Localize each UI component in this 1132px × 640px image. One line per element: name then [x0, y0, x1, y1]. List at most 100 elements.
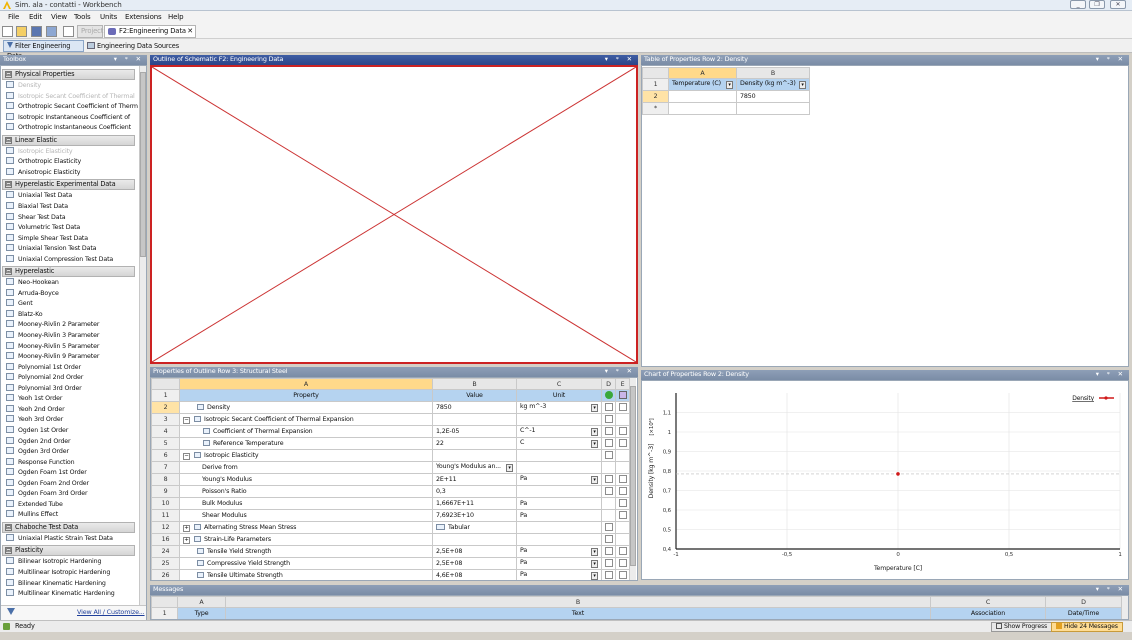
chart-checkbox[interactable] — [618, 571, 627, 579]
toolbox-item[interactable]: Ogden 2nd Order — [6, 436, 71, 447]
chart-checkbox[interactable] — [618, 403, 627, 411]
toolbox-item[interactable]: Ogden 3rd Order — [6, 447, 69, 457]
filter-engineering-data-button[interactable]: Filter Engineering Data — [3, 40, 84, 60]
menu-tools[interactable]: Tools — [74, 12, 91, 23]
temperature-cell[interactable] — [668, 90, 737, 103]
parameter-checkbox[interactable] — [604, 523, 613, 531]
parameter-checkbox[interactable] — [604, 487, 613, 495]
toolbox-group-header[interactable]: ⊟ Linear Elastic — [2, 134, 135, 146]
unit-cell[interactable] — [516, 449, 602, 462]
tab-project[interactable]: Project — [77, 25, 103, 38]
new-density-cell[interactable] — [736, 102, 810, 115]
chart-checkbox[interactable] — [618, 511, 627, 519]
parameter-checkbox[interactable] — [604, 559, 613, 567]
toolbox-item[interactable]: Multilinear Isotropic Hardening — [6, 568, 110, 578]
toolbox-item[interactable]: Neo-Hookean — [6, 278, 59, 288]
menu-extensions[interactable]: Extensions — [125, 12, 162, 23]
unit-dropdown[interactable]: ▾ — [591, 440, 598, 448]
property-row[interactable]: 25 Compressive Yield Strength 2,5E+08 Pa ▾ — [151, 557, 630, 570]
property-cell[interactable]: Poisson's Ratio — [179, 485, 433, 498]
collapse-icon[interactable]: − — [183, 452, 190, 460]
parameter-checkbox[interactable] — [604, 547, 613, 555]
value-cell[interactable]: 2,5E+08 — [432, 557, 517, 570]
unit-cell[interactable] — [516, 485, 602, 498]
minimize-button[interactable]: _ — [1070, 0, 1086, 9]
toolbox-item[interactable]: Yeoh 2nd Order — [6, 404, 65, 415]
value-cell[interactable]: 1,2E-05 — [432, 425, 517, 438]
toolbox-item[interactable]: Mooney-Rivlin 5 Parameter — [6, 341, 99, 352]
parameter-checkbox[interactable] — [604, 439, 613, 447]
toolbox-item[interactable]: Orthotropic Secant Coefficient of Therm — [6, 102, 138, 112]
toolbox-item[interactable]: Shear Test Data — [6, 212, 66, 223]
unit-dropdown[interactable]: ▾ — [591, 572, 598, 580]
property-row[interactable]: 24 Tensile Yield Strength 2,5E+08 Pa ▾ — [151, 545, 630, 558]
unit-cell[interactable]: Pa ▾ — [516, 545, 602, 558]
property-cell[interactable]: Young's Modulus — [179, 473, 433, 486]
toolbox-item[interactable]: Yeoh 3rd Order — [6, 415, 63, 425]
property-row[interactable]: 8 Young's Modulus 2E+11 Pa ▾ — [151, 473, 630, 486]
new-file-icon[interactable] — [2, 26, 13, 37]
toolbox-scrollbar-thumb[interactable] — [140, 72, 146, 257]
property-cell[interactable]: Shear Modulus — [179, 509, 433, 522]
unit-cell[interactable]: kg m^-3 ▾ — [516, 401, 602, 414]
unit-cell[interactable]: Pa — [516, 497, 602, 510]
toolbox-item[interactable]: Uniaxial Tension Test Data — [6, 244, 97, 254]
unit-dropdown[interactable]: ▾ — [591, 560, 598, 568]
save-as-icon[interactable] — [46, 26, 57, 37]
import-icon[interactable] — [63, 26, 74, 37]
toolbox-item[interactable]: Uniaxial Compression Test Data — [6, 254, 113, 265]
value-cell[interactable] — [432, 533, 517, 546]
parameter-checkbox[interactable] — [604, 415, 613, 423]
column-letter-d[interactable]: D — [1045, 596, 1122, 608]
toolbox-item[interactable]: Uniaxial Plastic Strain Test Data — [6, 533, 113, 544]
parameter-checkbox[interactable] — [604, 475, 613, 483]
unit-cell[interactable]: C ▾ — [516, 437, 602, 450]
toolbox-item[interactable]: Volumetric Test Data — [6, 223, 80, 233]
toolbox-item[interactable]: Ogden Foam 3rd Order — [6, 489, 88, 499]
unit-cell[interactable] — [516, 533, 602, 546]
toolbox-item[interactable]: Ogden Foam 2nd Order — [6, 478, 89, 489]
property-row[interactable]: 3− Isotropic Secant Coefficient of Therma… — [151, 413, 630, 426]
column-letter-d[interactable]: D — [601, 378, 616, 390]
toolbox-item[interactable]: Ogden Foam 1st Order — [6, 468, 87, 478]
parameter-checkbox[interactable] — [604, 403, 613, 411]
column-letter-b[interactable]: B — [432, 378, 517, 390]
property-row[interactable]: 11 Shear Modulus 7,6923E+10 Pa — [151, 509, 630, 522]
property-row[interactable]: 6− Isotropic Elasticity — [151, 449, 630, 462]
maximize-button[interactable]: ❐ — [1089, 0, 1105, 9]
messages-window-controls[interactable]: ▾ ᵠ ✕ — [1096, 585, 1126, 594]
menu-units[interactable]: Units — [100, 12, 117, 23]
value-cell[interactable]: Tabular — [432, 521, 517, 534]
menu-help[interactable]: Help — [168, 12, 184, 23]
property-row[interactable]: 4 Coefficient of Thermal Expansion 1,2E-05… — [151, 425, 630, 438]
derive-from-dropdown[interactable]: ▾ — [506, 464, 513, 472]
parameter-checkbox[interactable] — [604, 451, 613, 459]
collapse-icon[interactable]: ⊟ — [5, 523, 12, 531]
column-letter-b[interactable]: B — [736, 67, 810, 79]
toolbox-item[interactable]: Bilinear Kinematic Hardening — [6, 578, 106, 589]
expand-icon[interactable]: + — [183, 524, 190, 532]
properties-scrollbar[interactable] — [629, 378, 636, 580]
value-cell[interactable]: 7,6923E+10 — [432, 509, 517, 522]
toolbox-item[interactable]: Orthotropic Elasticity — [6, 157, 81, 167]
toolbox-item[interactable]: Extended Tube — [6, 499, 63, 510]
toolbox-group-header[interactable]: ⊟ Physical Properties — [2, 69, 135, 80]
property-cell[interactable]: Tensile Yield Strength — [179, 545, 433, 558]
chart-window-controls[interactable]: ▾ ᵠ ✕ — [1096, 370, 1126, 379]
engineering-data-sources-button[interactable]: Engineering Data Sources — [87, 41, 179, 52]
hide-messages-button[interactable]: Hide 24 Messages — [1051, 622, 1123, 632]
density-header[interactable]: Density (kg m^-3) ▾ — [736, 78, 810, 91]
view-all-customize-link[interactable]: View All / Customize... — [77, 608, 145, 616]
column-letter-c[interactable]: C — [516, 378, 602, 390]
density-cell[interactable]: 7850 — [736, 90, 810, 103]
value-cell[interactable] — [432, 449, 517, 462]
messages-scrollbar[interactable] — [1121, 596, 1128, 619]
toolbox-item[interactable]: Polynomial 3rd Order — [6, 383, 82, 394]
chart-checkbox[interactable] — [618, 547, 627, 555]
value-cell[interactable]: 1,6667E+11 — [432, 497, 517, 510]
chart-checkbox[interactable] — [618, 487, 627, 495]
unit-cell[interactable] — [516, 413, 602, 426]
tab-engineering-data[interactable]: F2:Engineering Data ✕ — [104, 25, 196, 38]
toolbox-item[interactable]: Density — [6, 81, 41, 91]
menu-view[interactable]: View — [51, 12, 67, 23]
